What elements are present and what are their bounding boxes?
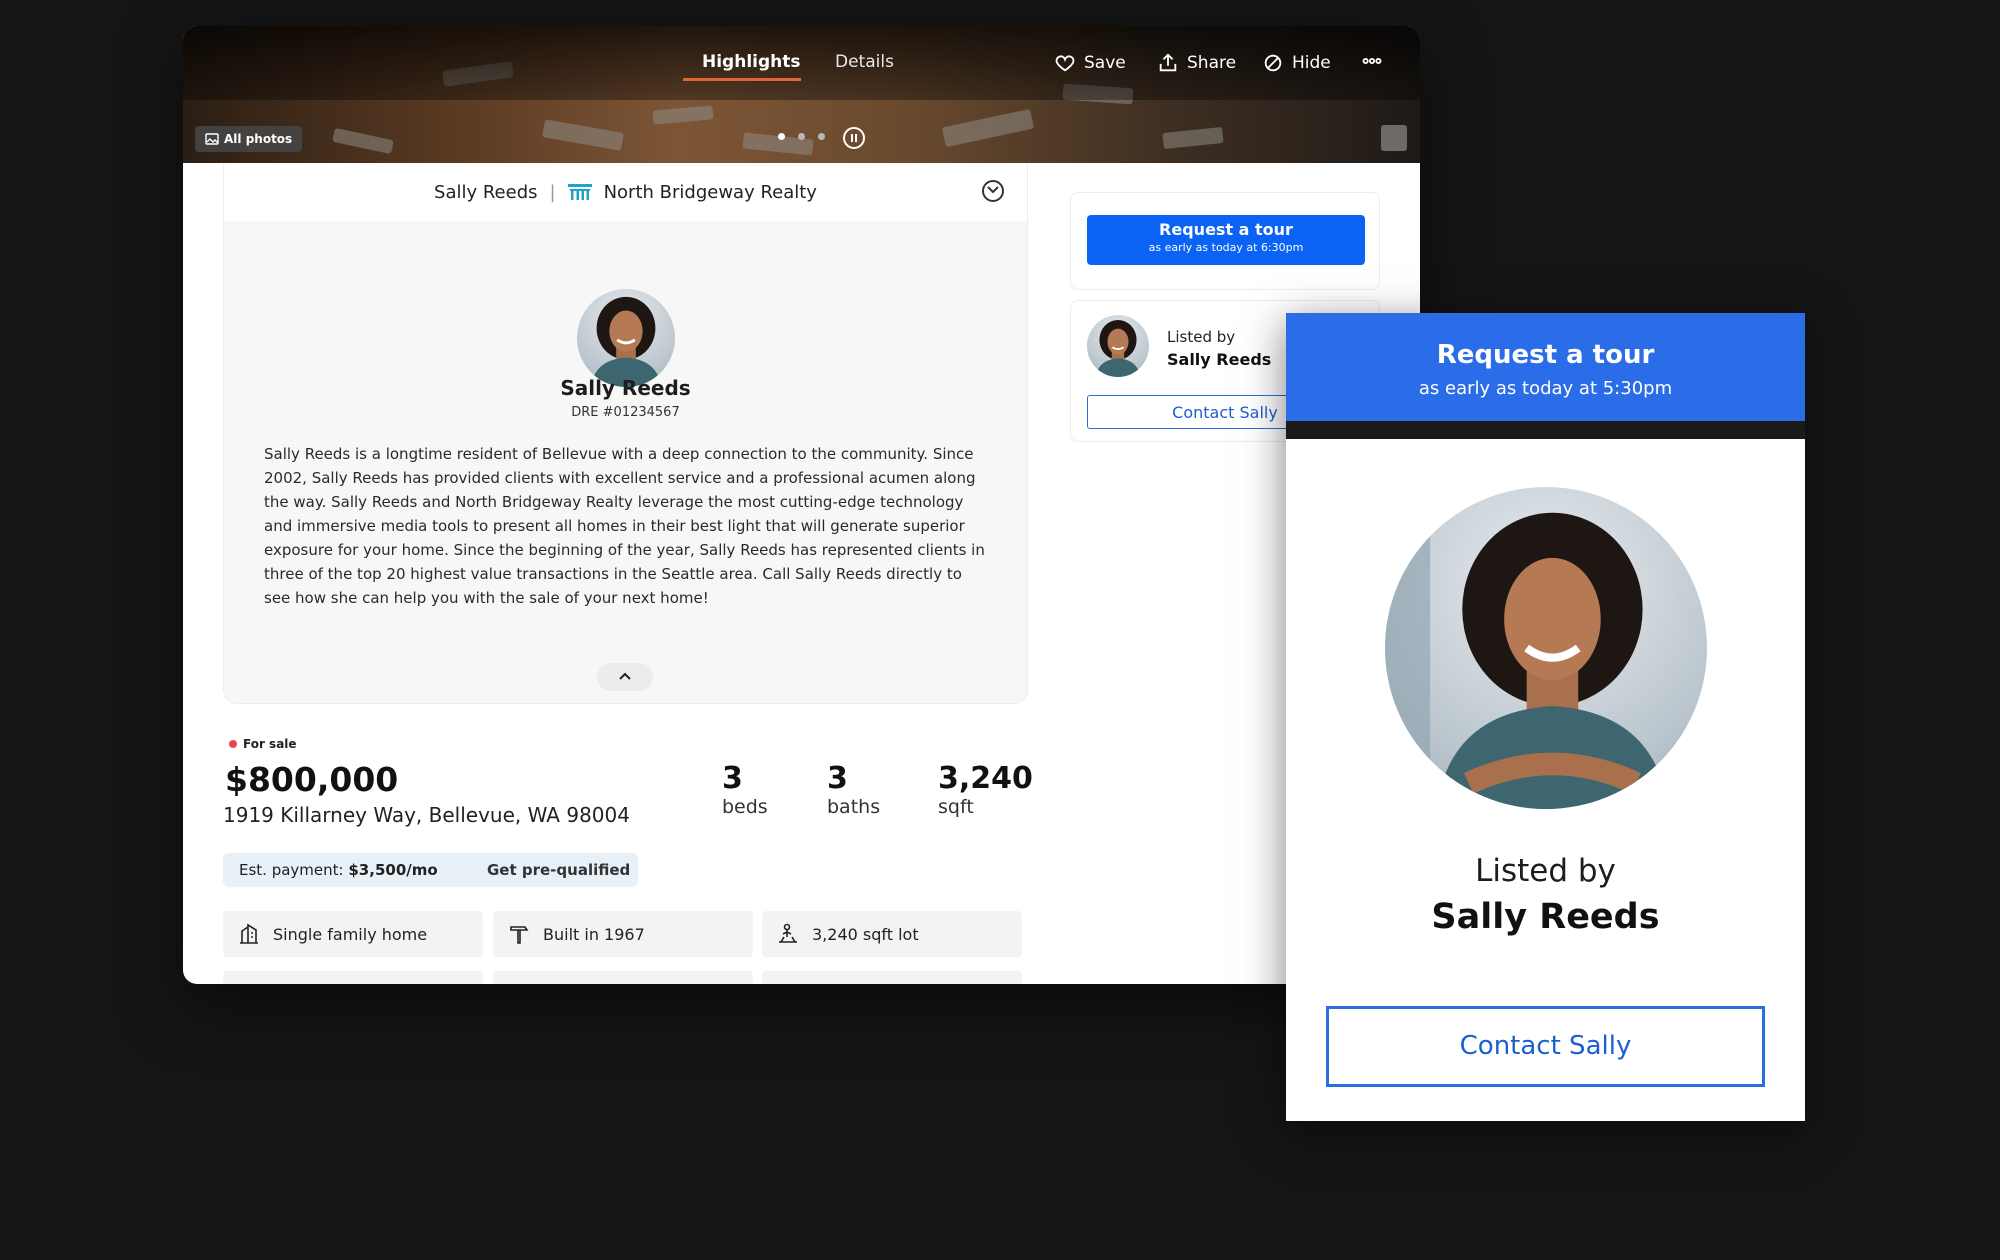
carousel-dot[interactable] [778, 133, 785, 140]
agent-license: DRE #01234567 [571, 405, 680, 420]
brokerage-logo-icon [567, 184, 592, 200]
tour-panel: Request a tour as early as today at 6:30… [1070, 192, 1380, 290]
payment-estimate: Est. payment: $3,500/mo [239, 861, 438, 879]
brokerage-name: North Bridgeway Realty [603, 181, 817, 203]
heart-icon [1055, 55, 1075, 72]
photos-icon [205, 133, 219, 145]
popup-contact-button[interactable]: Contact Sally [1326, 1006, 1765, 1087]
tab-highlights[interactable]: Highlights [702, 52, 801, 72]
popup-agent-card: Listed by Sally Reeds Contact Sally [1286, 439, 1805, 1121]
chevron-down-icon[interactable] [982, 180, 1004, 202]
popup-agent-name: Sally Reeds [1431, 897, 1660, 937]
feature-row-partial [762, 971, 1022, 984]
building-icon [240, 923, 258, 944]
stat-value: 3 [827, 761, 848, 796]
carousel-dot[interactable] [798, 133, 805, 140]
panel-divider [1286, 421, 1805, 439]
status-badge: For sale [229, 737, 297, 751]
listing-agent-name: Sally Reeds [1167, 350, 1272, 369]
collapse-button[interactable] [597, 663, 653, 691]
thumbnail-icon [1381, 125, 1407, 151]
payment-value: $3,500/mo [348, 861, 438, 879]
feature-row-partial [223, 971, 483, 984]
listed-by-label: Listed by [1167, 328, 1236, 346]
listing-address: 1919 Killarney Way, Bellevue, WA 98004 [223, 803, 630, 827]
tour-button-title: Request a tour [1159, 220, 1293, 239]
agent-card-header: Sally Reeds | North Bridgeway Realty [224, 163, 1027, 221]
chevron-up-icon [619, 672, 631, 680]
stat-label: baths [827, 796, 881, 818]
agent-avatar-small [1087, 315, 1149, 377]
agent-bio: Sally Reeds is a longtime resident of Be… [264, 445, 985, 607]
save-button[interactable]: Save [1054, 52, 1126, 74]
active-tab-indicator [683, 78, 801, 81]
share-icon [1159, 53, 1177, 72]
popup-tour-title: Request a tour [1436, 340, 1655, 370]
lot-icon [779, 923, 797, 943]
agent-header-name: Sally Reeds [434, 181, 538, 203]
save-label: Save [1084, 53, 1126, 73]
stat-label: sqft [938, 796, 974, 818]
stat-value: 3 [722, 761, 743, 796]
hide-label: Hide [1292, 53, 1331, 73]
photo-hero[interactable]: Highlights Details Save Share Hide All p… [183, 26, 1420, 163]
listing-window: Highlights Details Save Share Hide All p… [183, 26, 1420, 984]
request-tour-button[interactable]: Request a tour as early as today at 6:30… [1087, 215, 1365, 265]
agent-avatar [577, 289, 675, 387]
stat-label: beds [722, 796, 768, 818]
stat-sqft: 3,240 sqft [938, 761, 1033, 818]
all-photos-button[interactable]: All photos [195, 126, 303, 152]
more-options-button[interactable] [1361, 50, 1383, 72]
share-label: Share [1187, 53, 1237, 73]
pause-icon[interactable] [843, 127, 865, 149]
stat-beds: 3 beds [722, 761, 768, 818]
feature-label: 3,240 sqft lot [812, 924, 919, 944]
tour-button-subtitle: as early as today at 6:30pm [1148, 241, 1304, 254]
status-label: For sale [243, 737, 297, 751]
agent-info-card: Sally Reeds | North Bridgeway Realty Sal… [223, 163, 1028, 704]
more-dots-icon [1362, 57, 1382, 65]
feature-year-built: Built in 1967 [493, 911, 753, 957]
header-separator: | [549, 181, 556, 203]
popup-tour-subtitle: as early as today at 5:30pm [1418, 378, 1673, 399]
hide-button[interactable]: Hide [1262, 52, 1331, 74]
carousel-dot[interactable] [818, 133, 825, 140]
stat-baths: 3 baths [827, 761, 880, 818]
payment-label: Est. payment: [239, 861, 344, 879]
tab-details[interactable]: Details [835, 52, 894, 72]
status-dot-icon [229, 740, 237, 748]
agent-avatar-large [1385, 487, 1707, 809]
feature-label: Built in 1967 [543, 924, 645, 944]
feature-row-partial [493, 971, 753, 984]
listing-price: $800,000 [225, 760, 399, 799]
hammer-icon [510, 926, 529, 944]
get-prequalified-link[interactable]: Get pre-qualified [487, 861, 630, 879]
payment-banner: Est. payment: $3,500/mo Get pre-qualifie… [223, 853, 638, 887]
feature-home-type: Single family home [223, 911, 483, 957]
popup-listed-by-label: Listed by [1475, 853, 1616, 889]
zoomed-agent-panel: Request a tour as early as today at 5:30… [1286, 313, 1805, 1121]
all-photos-label: All photos [224, 132, 293, 146]
stat-value: 3,240 [938, 761, 1033, 796]
request-tour-banner[interactable]: Request a tour as early as today at 5:30… [1286, 313, 1805, 421]
agent-name: Sally Reeds [560, 376, 691, 400]
feature-label: Single family home [273, 924, 428, 944]
feature-lot-size: 3,240 sqft lot [762, 911, 1022, 957]
share-button[interactable]: Share [1157, 52, 1236, 74]
hide-icon [1264, 54, 1282, 72]
